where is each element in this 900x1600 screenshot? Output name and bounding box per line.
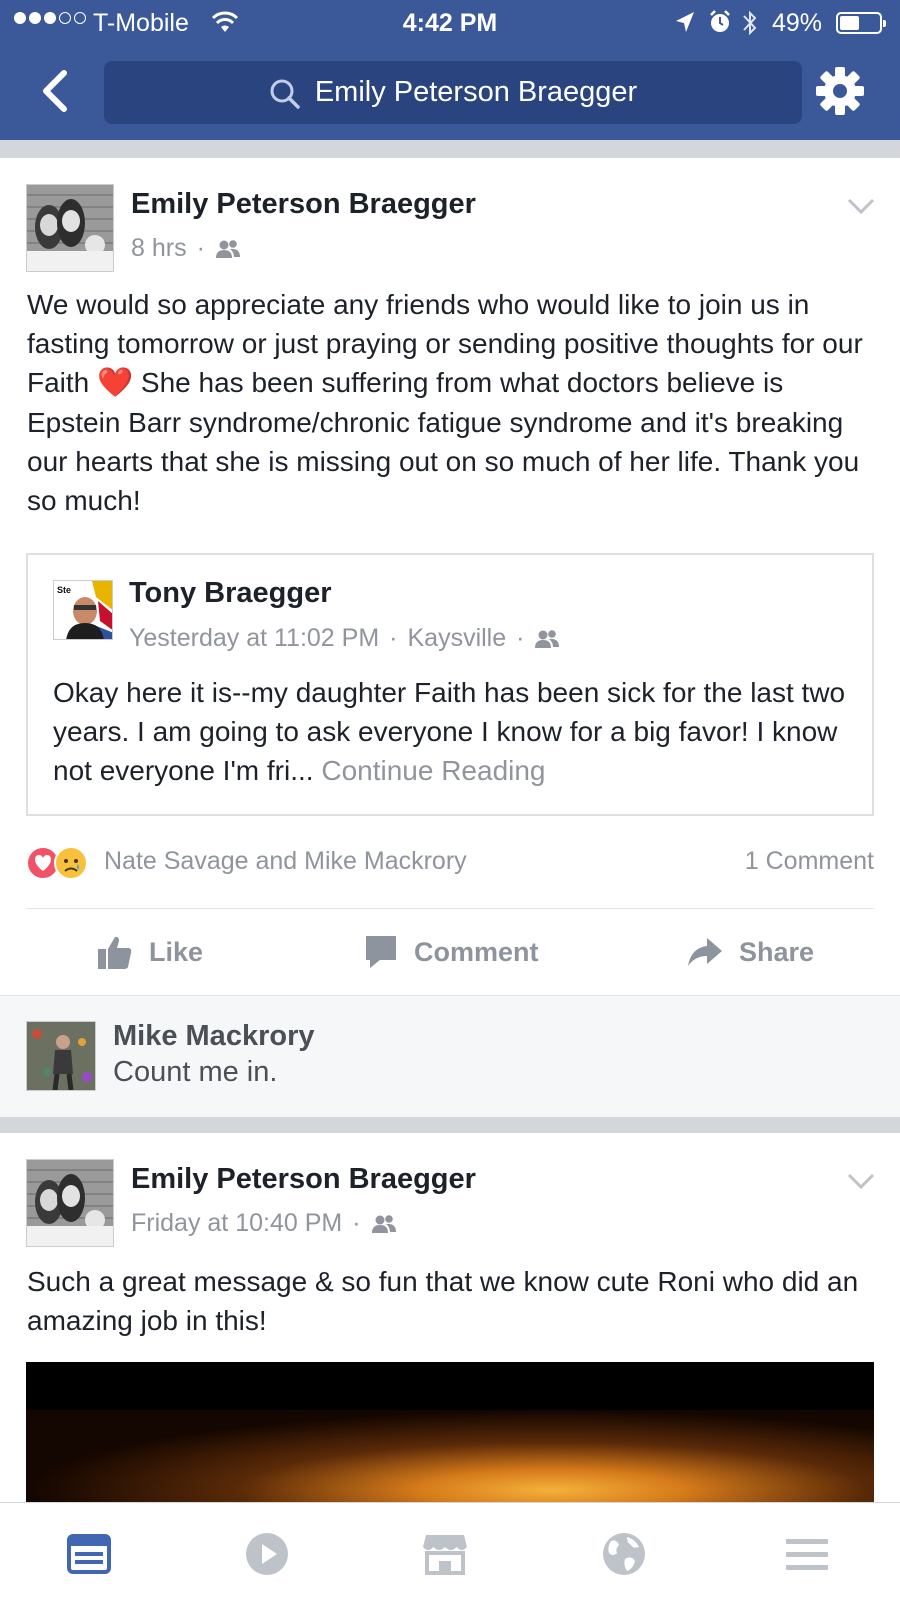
post-author[interactable]: Emily Peterson Braegger: [131, 1163, 476, 1196]
svg-text:Ste: Ste: [57, 585, 71, 595]
share-arrow-icon: [688, 938, 722, 966]
video-player[interactable]: [26, 1362, 874, 1502]
shared-author-avatar[interactable]: Ste: [53, 580, 113, 640]
post-options-chevron-icon[interactable]: [846, 196, 876, 216]
back-button[interactable]: [36, 68, 76, 114]
back-chevron-icon: [43, 70, 67, 112]
post-timestamp[interactable]: 8 hrs: [131, 234, 187, 263]
friends-icon: [535, 629, 560, 648]
notifications-globe-icon[interactable]: [601, 1531, 647, 1577]
commenter-avatar[interactable]: [26, 1021, 96, 1091]
search-bar[interactable]: Emily Peterson Braegger: [104, 61, 802, 124]
commenter-name[interactable]: Mike Mackrory: [113, 1020, 315, 1053]
news-feed-icon[interactable]: [66, 1531, 112, 1577]
thumbs-up-icon: [98, 936, 132, 969]
friends-icon: [215, 239, 240, 258]
shared-post-meta: Yesterday at 11:02 PM · Kaysville ·: [129, 624, 560, 653]
comment-button[interactable]: Comment: [364, 930, 539, 974]
video-thumbnail: [26, 1410, 874, 1502]
meta-separator: ·: [352, 1209, 361, 1237]
search-icon: [270, 79, 300, 109]
comment-count[interactable]: 1 Comment: [745, 847, 874, 876]
comment-label: Comment: [414, 936, 539, 967]
comment-bubble-icon: [366, 936, 396, 968]
share-label: Share: [739, 936, 815, 967]
reactor-names[interactable]: Nate Savage and Mike Mackrory: [104, 847, 467, 876]
post-options-chevron-icon[interactable]: [846, 1171, 876, 1191]
sad-reaction-icon: [54, 846, 88, 880]
like-label: Like: [149, 936, 204, 967]
post-timestamp[interactable]: Friday at 10:40 PM: [131, 1209, 342, 1238]
menu-icon[interactable]: [784, 1531, 830, 1577]
navigation-bar: T-Mobile 4:42 PM 49% Emily Peterson Brae…: [0, 0, 900, 140]
comment-text: Count me in.: [113, 1056, 278, 1088]
battery-percent: 49%: [772, 9, 823, 37]
marketplace-icon[interactable]: [422, 1531, 468, 1577]
like-button[interactable]: Like: [97, 930, 203, 974]
status-bar: T-Mobile 4:42 PM 49%: [0, 0, 900, 46]
post-author[interactable]: Emily Peterson Braegger: [131, 188, 476, 221]
tab-bar: [0, 1502, 900, 1600]
avatar[interactable]: [26, 184, 114, 272]
alarm-icon: [710, 10, 730, 32]
friends-icon: [371, 1214, 396, 1233]
post-text: We would so appreciate any friends who w…: [27, 289, 863, 516]
location-arrow-icon: [676, 12, 694, 32]
share-button[interactable]: Share: [687, 930, 814, 974]
avatar[interactable]: [26, 1159, 114, 1247]
heart-emoji: ❤️: [97, 367, 134, 399]
shared-post-location[interactable]: Kaysville: [408, 624, 507, 653]
video-icon[interactable]: [244, 1531, 290, 1577]
meta-separator: ·: [196, 234, 205, 262]
feed-separator: [0, 1117, 900, 1133]
clock: 4:42 PM: [402, 9, 498, 37]
continue-reading-link[interactable]: Continue Reading: [321, 755, 545, 786]
divider: [26, 908, 874, 909]
gear-icon: [816, 67, 864, 115]
shared-post-timestamp[interactable]: Yesterday at 11:02 PM: [129, 624, 379, 653]
post-meta: 8 hrs ·: [131, 234, 241, 263]
comment-preview[interactable]: Mike Mackrory Count me in.: [0, 995, 900, 1117]
post-text: Such a great message & so fun that we kn…: [27, 1266, 859, 1336]
bluetooth-icon: [743, 10, 757, 36]
search-query: Emily Peterson Braegger: [314, 76, 638, 108]
settings-button[interactable]: [815, 66, 865, 116]
shared-post-text: Okay here it is--my daughter Faith has b…: [53, 677, 846, 786]
post-meta: Friday at 10:40 PM ·: [131, 1209, 397, 1238]
reactions-summary[interactable]: Nate Savage and Mike Mackrory 1 Comment: [26, 842, 874, 882]
battery-icon: [836, 12, 886, 34]
shared-post-card[interactable]: Ste Tony Braegger Yesterday at 11:02 PM …: [26, 553, 874, 816]
feed-separator: [0, 140, 900, 158]
shared-post-author[interactable]: Tony Braegger: [129, 577, 332, 610]
